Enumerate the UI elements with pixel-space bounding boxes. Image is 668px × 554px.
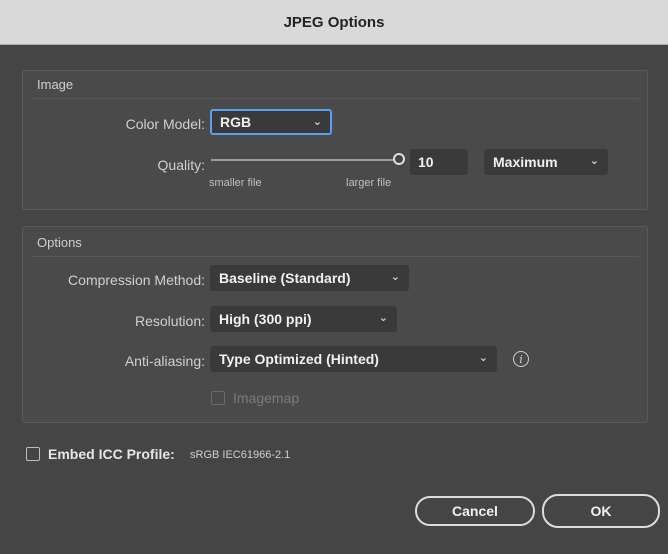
quality-label: Quality: bbox=[157, 157, 205, 173]
resolution-value: High (300 ppi) bbox=[219, 311, 312, 327]
quality-input[interactable]: 10 bbox=[410, 149, 468, 175]
quality-preset-value: Maximum bbox=[493, 154, 558, 170]
anti-aliasing-label: Anti-aliasing: bbox=[124, 353, 205, 369]
chevron-down-icon: ⌄ bbox=[378, 312, 388, 324]
image-group-divider bbox=[31, 98, 639, 99]
resolution-label: Resolution: bbox=[134, 313, 205, 329]
info-icon[interactable]: i bbox=[513, 351, 529, 367]
options-group: Options Compression Method: Baseline (St… bbox=[22, 226, 648, 423]
color-model-label: Color Model: bbox=[125, 116, 205, 132]
chevron-down-icon: ⌄ bbox=[312, 116, 322, 128]
embed-icc-label: Embed ICC Profile: bbox=[48, 446, 175, 462]
quality-slider-knob[interactable] bbox=[393, 153, 405, 165]
color-model-select[interactable]: RGB ⌄ bbox=[210, 109, 332, 135]
imagemap-label: Imagemap bbox=[233, 390, 300, 406]
anti-aliasing-value: Type Optimized (Hinted) bbox=[219, 351, 379, 367]
chevron-down-icon: ⌄ bbox=[478, 352, 488, 364]
ok-button-label: OK bbox=[590, 503, 612, 519]
options-group-divider bbox=[31, 256, 639, 257]
cancel-button[interactable]: Cancel bbox=[415, 496, 535, 526]
image-group: Image Color Model: RGB ⌄ Quality: smalle… bbox=[22, 70, 648, 210]
larger-file-label: larger file bbox=[346, 177, 392, 189]
resolution-select[interactable]: High (300 ppi) ⌄ bbox=[210, 306, 397, 332]
image-group-title: Image bbox=[37, 77, 74, 92]
chevron-down-icon: ⌄ bbox=[589, 155, 599, 167]
compression-method-label: Compression Method: bbox=[68, 272, 205, 288]
anti-aliasing-select[interactable]: Type Optimized (Hinted) ⌄ bbox=[210, 346, 497, 372]
dialog-titlebar: JPEG Options bbox=[0, 0, 668, 45]
dialog-title: JPEG Options bbox=[283, 13, 385, 31]
compression-method-select[interactable]: Baseline (Standard) ⌄ bbox=[210, 265, 409, 291]
options-group-title: Options bbox=[37, 235, 82, 250]
quality-slider-track[interactable] bbox=[211, 159, 393, 161]
quality-preset-select[interactable]: Maximum ⌄ bbox=[484, 149, 608, 175]
compression-method-value: Baseline (Standard) bbox=[219, 270, 351, 286]
quality-value: 10 bbox=[418, 154, 434, 170]
embed-icc-checkbox[interactable] bbox=[26, 447, 40, 461]
chevron-down-icon: ⌄ bbox=[390, 271, 400, 283]
cancel-button-label: Cancel bbox=[452, 503, 498, 519]
icc-profile-name: sRGB IEC61966-2.1 bbox=[190, 449, 291, 461]
ok-button[interactable]: OK bbox=[542, 494, 660, 528]
color-model-value: RGB bbox=[220, 114, 252, 130]
smaller-file-label: smaller file bbox=[209, 177, 262, 189]
imagemap-checkbox[interactable] bbox=[211, 391, 225, 405]
